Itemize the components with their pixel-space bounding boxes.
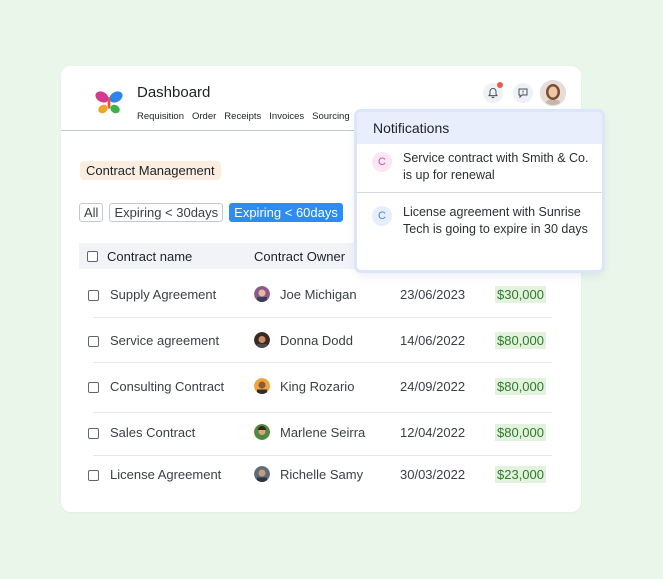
owner-avatar <box>254 424 270 440</box>
select-all-checkbox[interactable] <box>87 251 98 262</box>
table-row[interactable]: Service agreement Donna Dodd 14/06/2022 … <box>79 321 559 361</box>
notification-text: License agreement with Sunrise Tech is g… <box>403 205 588 236</box>
nav-item-receipts[interactable]: Receipts <box>224 111 261 122</box>
owner-avatar <box>254 378 270 394</box>
contract-date: 23/06/2023 <box>400 287 466 302</box>
filter-all[interactable]: All <box>79 203 104 222</box>
table-header: Contract name Contract Owner <box>79 243 355 269</box>
notification-text: Service contract with Smith & Co. is up … <box>403 151 589 182</box>
filter-expiring-60[interactable]: Expiring < 60days <box>229 203 343 222</box>
user-avatar-image <box>541 81 565 105</box>
column-header-contract-owner[interactable]: Contract Owner <box>254 249 345 264</box>
chat-icon <box>518 88 528 99</box>
notifications-title: Notifications <box>357 112 602 144</box>
section-tag: Contract Management <box>80 161 221 180</box>
table-row[interactable]: Sales Contract Marlene Seirra 12/04/2022… <box>79 413 559 453</box>
contract-name: Consulting Contract <box>110 379 225 394</box>
filter-expiring-30[interactable]: Expiring < 30days <box>109 203 224 222</box>
table-row[interactable]: Consulting Contract King Rozario 24/09/2… <box>79 367 559 407</box>
filter-chips: All Expiring < 30days Expiring < 60days <box>79 203 343 222</box>
row-checkbox[interactable] <box>88 428 99 439</box>
top-nav: Requisition Order Receipts Invoices Sourcing… <box>137 111 357 122</box>
contract-amount: $80,000 <box>495 424 546 441</box>
contract-owner: Donna Dodd <box>280 333 353 348</box>
contract-amount: $30,000 <box>495 286 546 303</box>
messages-button[interactable] <box>513 83 533 103</box>
contract-amount: $80,000 <box>495 378 546 395</box>
contract-name: Service agreement <box>110 333 220 348</box>
row-divider <box>93 317 552 318</box>
contract-name: Supply Agreement <box>110 287 217 302</box>
nav-item-invoices[interactable]: Invoices <box>269 111 304 122</box>
contract-amount: $23,000 <box>495 466 546 483</box>
nav-item-sourcing[interactable]: Sourcing <box>312 111 350 122</box>
contract-date: 24/09/2022 <box>400 379 466 394</box>
notification-initial: C <box>372 152 392 172</box>
row-checkbox[interactable] <box>88 290 99 301</box>
bell-icon <box>488 87 498 99</box>
contract-date: 12/04/2022 <box>400 425 466 440</box>
table-row[interactable]: License Agreement Richelle Samy 30/03/20… <box>79 455 559 495</box>
header-divider <box>61 130 361 131</box>
nav-item-order[interactable]: Order <box>192 111 216 122</box>
nav-item-requisition[interactable]: Requisition <box>137 111 184 122</box>
notification-initial: C <box>372 206 392 226</box>
page-title: Dashboard <box>137 84 211 101</box>
owner-avatar <box>254 286 270 302</box>
notification-divider <box>357 192 602 193</box>
contract-name: Sales Contract <box>110 425 196 440</box>
contract-amount: $80,000 <box>495 332 546 349</box>
user-avatar[interactable] <box>540 80 566 106</box>
owner-avatar <box>254 332 270 348</box>
contract-owner: Richelle Samy <box>280 467 364 482</box>
contract-owner: Marlene Seirra <box>280 425 366 440</box>
row-divider <box>93 362 552 363</box>
row-checkbox[interactable] <box>88 336 99 347</box>
contract-date: 30/03/2022 <box>400 467 466 482</box>
owner-avatar <box>254 466 270 482</box>
row-checkbox[interactable] <box>88 470 99 481</box>
notification-badge <box>497 82 503 88</box>
contract-owner: Joe Michigan <box>280 287 357 302</box>
table-row[interactable]: Supply Agreement Joe Michigan 23/06/2023… <box>79 275 559 315</box>
row-checkbox[interactable] <box>88 382 99 393</box>
notifications-popover: Notifications C Service contract with Sm… <box>357 112 602 270</box>
butterfly-logo-icon <box>95 91 123 114</box>
contract-owner: King Rozario <box>280 379 355 394</box>
column-header-contract-name[interactable]: Contract name <box>107 249 192 264</box>
contract-name: License Agreement <box>110 467 222 482</box>
contract-date: 14/06/2022 <box>400 333 466 348</box>
